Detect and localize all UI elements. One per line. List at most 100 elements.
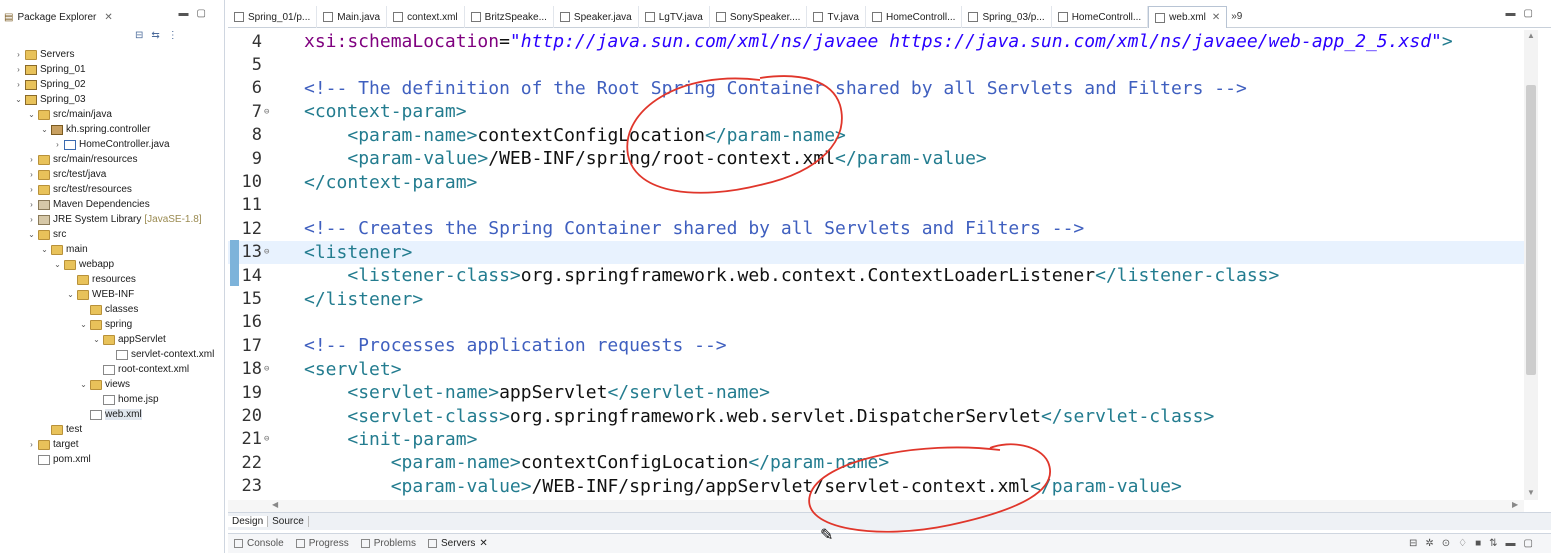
scroll-left-icon[interactable]: ◀ xyxy=(272,500,278,509)
editor-tab[interactable]: HomeControll... xyxy=(866,6,963,28)
bottom-panel-tab[interactable]: Progress xyxy=(295,538,349,549)
tree-item[interactable]: root-context.xml xyxy=(92,362,189,377)
tree-item[interactable]: ⌄ appServlet xyxy=(92,332,166,347)
code-line[interactable]: 9 <param-value>/WEB-INF/spring/root-cont… xyxy=(228,147,1524,170)
tree-item[interactable]: pom.xml xyxy=(27,452,91,467)
tree-item[interactable]: › src/test/resources xyxy=(27,182,132,197)
editor-tab[interactable]: HomeControll... xyxy=(1052,6,1149,28)
editor-tab[interactable]: LgTV.java xyxy=(639,6,710,28)
expand-toggle-icon[interactable]: ⌄ xyxy=(53,260,62,269)
editor-tab[interactable]: context.xml xyxy=(387,6,465,28)
expand-toggle-icon[interactable]: ⌄ xyxy=(79,320,88,329)
editor-tab[interactable]: SonySpeaker.... xyxy=(710,6,808,28)
scroll-right-icon[interactable]: ▶ xyxy=(1512,500,1518,509)
tree-item[interactable]: resources xyxy=(66,272,136,287)
tree-item[interactable]: ⌄ WEB-INF xyxy=(66,287,134,302)
fold-toggle-icon[interactable]: ⊖ xyxy=(264,247,274,257)
tree-item[interactable]: ⌄ main xyxy=(40,242,88,257)
expand-toggle-icon[interactable]: ⌄ xyxy=(27,110,36,119)
tree-item[interactable]: › Spring_02 xyxy=(14,77,85,92)
bottom-panel-tab[interactable]: Servers ✕ xyxy=(427,538,488,549)
scroll-down-icon[interactable]: ▼ xyxy=(1527,488,1535,497)
tree-item[interactable]: ⌄ src/main/java xyxy=(27,107,112,122)
code-line[interactable]: 4 xsi:schemaLocation="http://java.sun.com… xyxy=(228,30,1524,53)
scrollbar-thumb[interactable] xyxy=(1526,85,1536,375)
tree-item[interactable]: › Spring_01 xyxy=(14,62,85,77)
code-line[interactable]: 16 xyxy=(228,311,1524,334)
tree-item[interactable]: › src/test/java xyxy=(27,167,106,182)
tab-overflow-button[interactable]: »9 xyxy=(1227,6,1246,27)
bottom-panel-toolbar[interactable]: ⊟✲⊙♢■⇅▬▢ xyxy=(1409,538,1541,549)
code-line[interactable]: 5 xyxy=(228,53,1524,76)
expand-toggle-icon[interactable]: ⌄ xyxy=(79,380,88,389)
editor-tab[interactable]: Tv.java xyxy=(807,6,866,28)
expand-toggle-icon[interactable]: › xyxy=(14,80,23,89)
code-line[interactable]: 19 <servlet-name>appServlet</servlet-nam… xyxy=(228,381,1524,404)
close-icon[interactable]: ✕ xyxy=(1212,12,1220,23)
editor-tab[interactable]: web.xml ✕ xyxy=(1148,6,1228,28)
code-line[interactable]: 6 <!-- The definition of the Root Spring … xyxy=(228,77,1524,100)
tree-item[interactable]: ⌄ src xyxy=(27,227,66,242)
code-line[interactable]: 22 <param-name>contextConfigLocation</pa… xyxy=(228,451,1524,474)
xml-source-editor[interactable]: 4 xsi:schemaLocation="http://java.sun.com… xyxy=(228,30,1524,500)
code-line[interactable]: 8 <param-name>contextConfigLocation</par… xyxy=(228,124,1524,147)
fold-toggle-icon[interactable]: ⊖ xyxy=(264,434,274,444)
tree-item[interactable]: › src/main/resources xyxy=(27,152,137,167)
horizontal-scrollbar[interactable] xyxy=(228,500,1524,512)
bottom-panel-tab[interactable]: Console xyxy=(234,538,284,549)
expand-toggle-icon[interactable]: › xyxy=(27,200,36,209)
code-line[interactable]: 12 <!-- Creates the Spring Container shar… xyxy=(228,217,1524,240)
collapse-all-icon[interactable]: ⊟ xyxy=(135,30,143,41)
tree-item[interactable]: ⌄ spring xyxy=(79,317,132,332)
expand-toggle-icon[interactable]: › xyxy=(27,185,36,194)
code-line[interactable]: 10 </context-param> xyxy=(228,170,1524,193)
code-line[interactable]: 7 ⊖ <context-param> xyxy=(228,100,1524,123)
tree-item[interactable]: › HomeController.java xyxy=(53,137,169,152)
editor-tab[interactable]: Spring_01/p... xyxy=(228,6,318,28)
tree-item[interactable]: test xyxy=(40,422,82,437)
expand-toggle-icon[interactable]: ⌄ xyxy=(66,290,75,299)
expand-toggle-icon[interactable]: › xyxy=(27,215,36,224)
tree-item[interactable]: › Maven Dependencies xyxy=(27,197,150,212)
expand-toggle-icon[interactable]: › xyxy=(27,155,36,164)
tree-item[interactable]: ⌄ views xyxy=(79,377,130,392)
tree-item[interactable]: home.jsp xyxy=(92,392,159,407)
tree-item[interactable]: › JRE System Library [JavaSE-1.8] xyxy=(27,212,201,227)
editor-mode-tab[interactable]: Source xyxy=(268,516,309,527)
expand-toggle-icon[interactable]: › xyxy=(14,50,23,59)
tree-item[interactable]: › target xyxy=(27,437,78,452)
view-menu-icon[interactable]: ⋮ xyxy=(168,30,178,41)
tree-item[interactable]: ⌄ Spring_03 xyxy=(14,92,85,107)
expand-toggle-icon[interactable]: › xyxy=(14,65,23,74)
editor-tab[interactable]: Speaker.java xyxy=(554,6,639,28)
view-controls[interactable]: ▬▢ xyxy=(179,8,214,19)
tree-item[interactable]: ⌄ webapp xyxy=(53,257,114,272)
editor-view-controls[interactable]: ▬▢ xyxy=(1506,8,1541,19)
fold-toggle-icon[interactable]: ⊖ xyxy=(264,107,274,117)
code-line[interactable]: 23 <param-value>/WEB-INF/spring/appServl… xyxy=(228,475,1524,498)
code-line[interactable]: 11 xyxy=(228,194,1524,217)
close-icon[interactable]: ✕ xyxy=(104,12,112,23)
editor-tab[interactable]: BritzSpeake... xyxy=(465,6,554,28)
tree-item[interactable]: ⌄ kh.spring.controller xyxy=(40,122,150,137)
expand-toggle-icon[interactable]: › xyxy=(27,170,36,179)
code-line[interactable]: 15 </listener> xyxy=(228,287,1524,310)
tree-item[interactable]: web.xml xyxy=(79,407,142,422)
expand-toggle-icon[interactable]: › xyxy=(53,140,62,149)
tree-item[interactable]: › Servers xyxy=(14,47,74,62)
expand-toggle-icon[interactable]: ⌄ xyxy=(40,245,49,254)
code-line[interactable]: 18 ⊖ <servlet> xyxy=(228,358,1524,381)
scroll-up-icon[interactable]: ▲ xyxy=(1527,31,1535,40)
link-editor-icon[interactable]: ⇆ xyxy=(151,30,159,41)
code-line[interactable]: 21 ⊖ <init-param> xyxy=(228,428,1524,451)
code-line[interactable]: 17 <!-- Processes application requests --… xyxy=(228,334,1524,357)
expand-toggle-icon[interactable]: › xyxy=(27,440,36,449)
expand-toggle-icon[interactable]: ⌄ xyxy=(92,335,101,344)
tree-item[interactable]: classes xyxy=(79,302,138,317)
tree-item[interactable]: servlet-context.xml xyxy=(105,347,214,362)
editor-tab[interactable]: Spring_03/p... xyxy=(962,6,1052,28)
editor-tab[interactable]: Main.java xyxy=(317,6,388,28)
editor-mode-tab[interactable]: Design xyxy=(228,516,269,527)
code-line[interactable]: 14 <listener-class>org.springframework.w… xyxy=(228,264,1524,287)
code-line[interactable]: 13 ⊖ <listener> xyxy=(228,240,1524,264)
